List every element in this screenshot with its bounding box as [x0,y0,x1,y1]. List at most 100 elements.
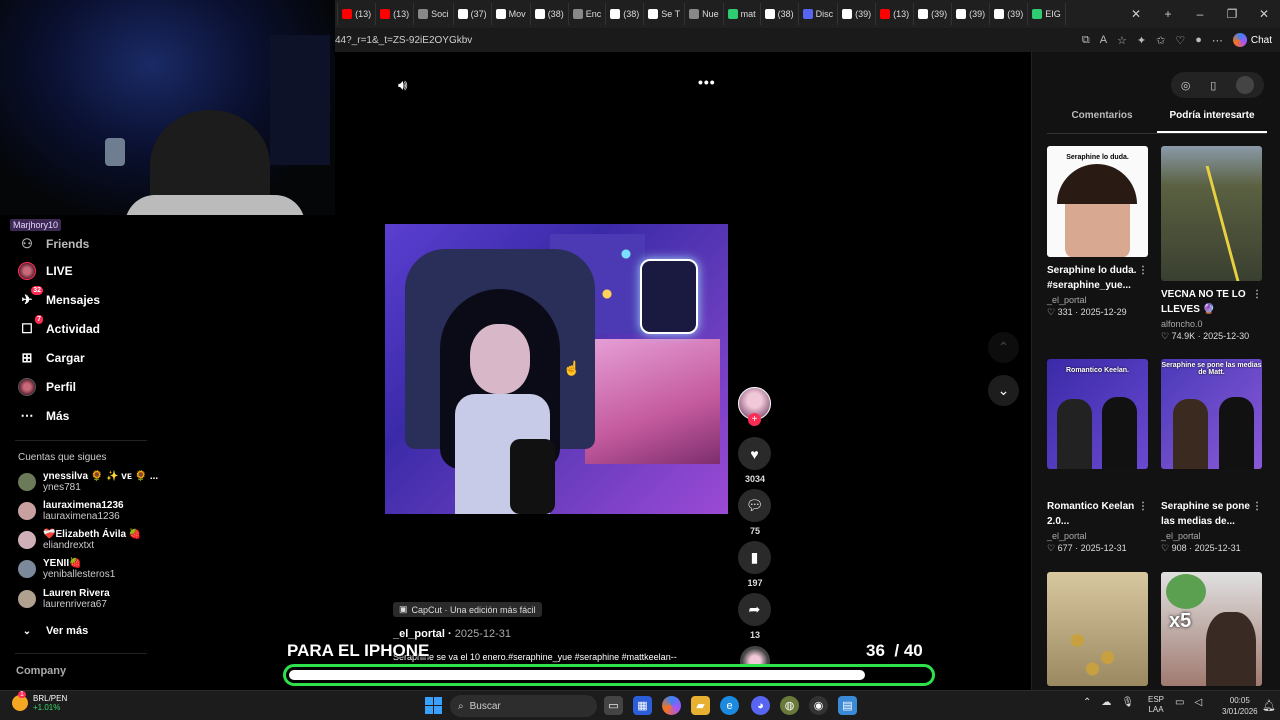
sidebar-item-profile[interactable]: Perfil [18,378,76,396]
edge-icon[interactable]: e [720,696,739,715]
suggested-video-card[interactable]: VECNA NO TE LO LLEVES 🔮 #vecn...⋮ alfonc… [1161,146,1262,342]
windows-start-icon[interactable] [425,697,442,714]
compass-icon[interactable]: ◎ [1181,79,1191,92]
restore-icon[interactable]: ❐ [1216,7,1248,21]
following-item[interactable]: ❤️‍🩹Elizabeth Ávila 🍓 eliandrextxt [18,529,141,551]
copilot-taskbar-icon[interactable] [662,696,681,715]
app-icon[interactable]: ◍ [780,696,799,715]
browser-essentials-icon[interactable]: ♡ [1175,34,1185,47]
browser-tab[interactable]: (13) [876,3,915,25]
sidebar-item-more[interactable]: ⋯ Más [18,407,70,425]
heart-icon: ♡ [1047,543,1056,553]
sidebar-item-upload[interactable]: ⊞ Cargar [18,349,85,367]
browser-tab[interactable]: (38) [606,3,645,25]
suggested-video-card[interactable]: x5 [1161,572,1262,686]
sidebar-divider [15,653,147,654]
share-button[interactable]: ➦ [738,593,771,626]
store-icon[interactable]: ▦ [633,696,652,715]
taskbar-search[interactable]: ⌕ Buscar [450,695,597,717]
microphone-icon[interactable]: 🎙︎ [1121,697,1134,708]
chevron-up-icon[interactable]: ⌃ [1083,697,1091,708]
sidebar-item-friends[interactable]: ⚇ Friends [18,235,89,253]
suggested-video-card[interactable] [1047,572,1148,686]
new-tab-icon[interactable]: + [1152,7,1184,21]
minimize-icon[interactable]: – [1184,7,1216,21]
following-item[interactable]: Lauren Rivera laurenrivera67 [18,588,110,610]
suggested-video-card[interactable]: Seraphine lo duda. Seraphine lo duda. #s… [1047,146,1148,318]
browser-tab[interactable]: (37) [454,3,492,25]
like-button[interactable]: ♥ [738,437,771,470]
following-item[interactable]: lauraximena1236 lauraximena1236 [18,500,124,522]
network-icon[interactable]: ▭ [1175,697,1184,708]
url-field[interactable]: 44?_r=1&_t=ZS-92iE2OYGkbv [335,35,1082,46]
phone-icon[interactable]: ▯ [1210,79,1216,92]
comment-button[interactable]: 💬︎ [738,489,771,522]
browser-tab[interactable]: (13) [376,3,415,25]
open-in-app-icon[interactable]: ⧉ [1082,34,1090,47]
save-button[interactable]: ▮ [738,541,771,574]
browser-tab[interactable]: EIG [1028,3,1066,25]
video-author[interactable]: _el_portal · 2025-12-31 [393,628,511,640]
following-item[interactable]: YENII🍓 yeniballesteros1 [18,558,115,580]
file-explorer-icon[interactable]: ▰ [691,696,710,715]
browser-tab[interactable]: (13) [338,3,377,25]
tab-suggestions[interactable]: Podría interesarte [1157,110,1267,133]
browser-tab[interactable]: Mov [492,3,531,25]
task-view-icon[interactable]: ▭ [604,696,623,715]
obs-icon[interactable]: ◉ [809,696,828,715]
panel-tabs: Comentarios Podría interesarte [1047,110,1267,134]
tab-close-icon[interactable]: ✕ [1120,7,1152,21]
finance-widget[interactable]: 1 BRL/PEN +1.01% [12,691,67,712]
browser-tab[interactable]: Nue [685,3,724,25]
browser-tab[interactable]: (38) [761,3,799,25]
company-link[interactable]: Company [16,665,66,677]
browser-tab[interactable]: Disc [799,3,839,25]
browser-tab[interactable]: (39) [914,3,953,25]
card-more-icon[interactable]: ⋮ [1252,499,1262,514]
card-more-icon[interactable]: ⋮ [1138,499,1148,514]
browser-tab[interactable]: (39) [838,3,877,25]
sidebar-item-activity[interactable]: ☐ 7 Actividad [18,315,100,338]
sidebar-item-messages[interactable]: ✈ 32 Mensajes [18,286,100,309]
favorites-icon[interactable]: ✩ [1156,34,1165,47]
next-video-button[interactable]: ⌄ [988,375,1019,406]
browser-tab[interactable]: (39) [952,3,991,25]
following-item[interactable]: ynessilva 🌻 ✨ ᴠᴇ 🌻 ... ynes781 [18,471,158,493]
discord-icon[interactable]: ◕ [751,696,770,715]
card-more-icon[interactable]: ⋮ [1252,287,1262,302]
sidebar-item-live[interactable]: LIVE [18,262,73,280]
video-more-options-icon[interactable]: ••• [698,74,716,90]
follow-plus-icon[interactable]: + [748,413,761,426]
translate-icon[interactable]: A [1100,34,1107,46]
notifications-icon[interactable]: 🔔︎ [1262,699,1276,712]
browser-tab[interactable]: mat [724,3,761,25]
window-close-icon[interactable]: ✕ [1248,7,1280,21]
extensions-icon[interactable]: ✦ [1137,34,1146,47]
tab-favicon-icon [727,9,738,19]
volume-icon[interactable]: ◁ [1194,697,1202,708]
browser-tab[interactable]: (38) [531,3,569,25]
clock[interactable]: 00:05 3/01/2026 [1222,695,1258,717]
capcut-chip[interactable]: ▣ CapCut · Una edición más fácil [393,602,542,617]
previous-video-button[interactable]: ⌃ [988,332,1019,363]
user-avatar[interactable] [1236,76,1255,94]
favorite-star-icon[interactable]: ☆ [1117,34,1127,47]
suggested-video-card[interactable]: Seraphine se pone las medias de Matt. Se… [1161,359,1262,554]
browser-tab[interactable]: Enc [569,3,607,25]
browser-tab[interactable]: Se T [644,3,686,25]
tab-comments[interactable]: Comentarios [1047,110,1157,133]
volume-icon[interactable]: 🔊︎ [398,77,407,94]
suggested-video-card[interactable]: Romantico Keelan. Romantico Keelan 2.0..… [1047,359,1148,554]
onedrive-icon[interactable]: ☁ [1101,697,1111,708]
copilot-chat-button[interactable]: Chat [1232,33,1272,47]
video-player[interactable] [385,224,728,514]
language-indicator[interactable]: ESP LAA [1148,695,1164,715]
video-thumbnail [1047,572,1148,686]
profile-avatar-icon[interactable]: ● [1195,34,1202,46]
browser-tab[interactable]: (39) [990,3,1029,25]
see-more-button[interactable]: ⌄ Ver más [18,622,88,640]
card-more-icon[interactable]: ⋮ [1138,263,1148,278]
app-icon[interactable]: ▤ [838,696,857,715]
settings-more-icon[interactable]: ⋯ [1212,34,1223,47]
browser-tab[interactable]: Soci [414,3,454,25]
